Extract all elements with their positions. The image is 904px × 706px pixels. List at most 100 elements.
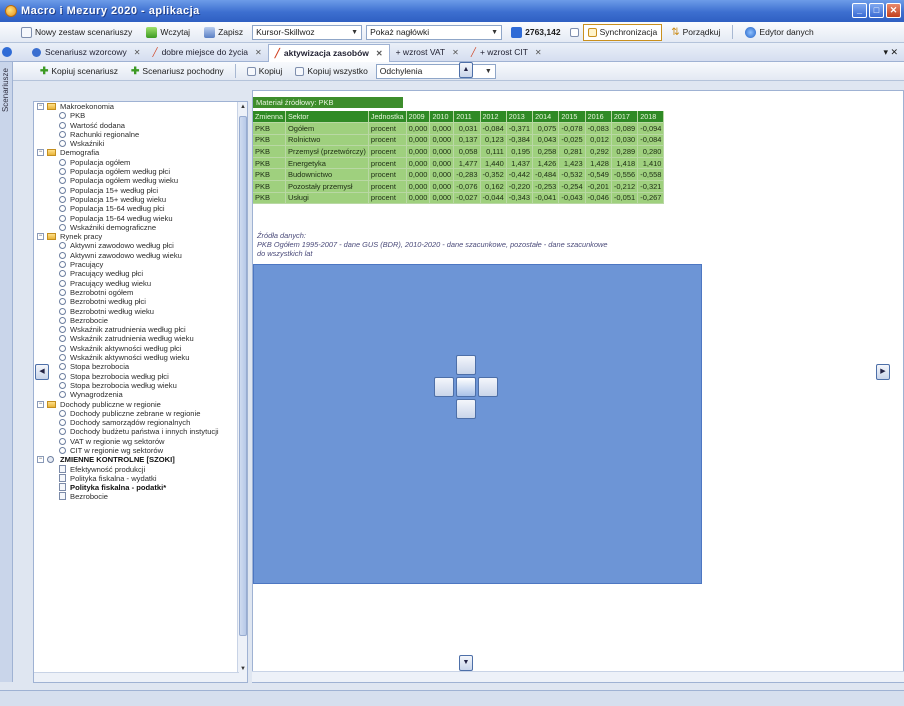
dock-outer-left-icon[interactable]: ◀ bbox=[35, 364, 49, 380]
value-cell[interactable]: 0,000 bbox=[406, 180, 431, 193]
value-cell[interactable]: 0,123 bbox=[480, 134, 507, 147]
close-icon[interactable]: ✕ bbox=[255, 48, 262, 57]
collapse-icon[interactable]: − bbox=[37, 149, 44, 157]
column-header[interactable]: 2011 bbox=[453, 111, 481, 124]
tree-item[interactable]: Populacja 15+ według płci bbox=[34, 186, 247, 195]
tree-item[interactable]: Stopa bezrobocia według wieku bbox=[34, 381, 247, 390]
value-cell[interactable]: 0,031 bbox=[453, 122, 481, 135]
tree-item[interactable]: Dochody publiczne zebrane w regionie bbox=[34, 409, 247, 418]
tree-item[interactable]: Populacja 15-64 według płci bbox=[34, 204, 247, 213]
data-hscrollbar[interactable] bbox=[252, 671, 904, 682]
value-cell[interactable]: 0,289 bbox=[611, 145, 639, 158]
tree-item[interactable]: Wartość dodana bbox=[34, 121, 247, 130]
value-cell[interactable]: -0,321 bbox=[637, 180, 665, 193]
table-row[interactable]: PKB Energetyka procent 0,000 0,000 1,477 1,440… bbox=[253, 157, 665, 170]
tree-item[interactable]: Wskaźnik aktywności według wieku bbox=[34, 353, 247, 362]
tree-item[interactable]: Wskaźnik zatrudnienia według wieku bbox=[34, 334, 247, 343]
value-cell[interactable]: 0,281 bbox=[558, 145, 586, 158]
dock-top-icon[interactable] bbox=[456, 355, 476, 375]
close-button[interactable]: ✕ bbox=[886, 3, 901, 18]
tree-item[interactable]: Wskaźniki demograficzne bbox=[34, 223, 247, 232]
label-cell[interactable]: procent bbox=[368, 157, 407, 170]
value-cell[interactable]: 0,058 bbox=[453, 145, 481, 158]
tree-item[interactable]: Stopa bezrobocia bbox=[34, 362, 247, 371]
value-cell[interactable]: -0,532 bbox=[558, 168, 586, 182]
tree-item[interactable]: Populacja ogółem bbox=[34, 158, 247, 167]
label-cell[interactable]: procent bbox=[368, 122, 407, 135]
collapse-icon[interactable]: − bbox=[37, 233, 44, 241]
tab-activation[interactable]: ╱ aktywizacja zasobów ✕ bbox=[267, 43, 390, 62]
value-cell[interactable]: 0,258 bbox=[532, 145, 560, 158]
value-cell[interactable]: 0,043 bbox=[532, 134, 560, 147]
tree-item[interactable]: Bezrobotni ogółem bbox=[34, 288, 247, 297]
value-cell[interactable]: -0,253 bbox=[532, 180, 560, 193]
scroll-up-icon[interactable]: ▲ bbox=[238, 102, 247, 112]
save-button[interactable]: Zapisz bbox=[199, 24, 248, 41]
scroll-down-icon[interactable]: ▼ bbox=[238, 664, 247, 674]
close-icon[interactable]: ✕ bbox=[535, 48, 542, 57]
tree-item[interactable]: Wynagrodzenia bbox=[34, 390, 247, 399]
value-cell[interactable]: -0,371 bbox=[506, 122, 534, 135]
copy-button[interactable]: Kopiuj bbox=[242, 63, 288, 80]
value-cell[interactable]: -0,089 bbox=[611, 122, 639, 135]
label-cell[interactable]: Ogółem bbox=[285, 122, 369, 135]
value-cell[interactable]: 1,440 bbox=[480, 157, 507, 170]
scenario-select[interactable]: Kursor-Skillwoz ▼ bbox=[252, 24, 363, 40]
collapse-icon[interactable]: − bbox=[37, 103, 44, 110]
label-cell[interactable]: PKB bbox=[253, 122, 286, 135]
column-header[interactable]: 2015 bbox=[558, 111, 586, 124]
tree-group[interactable]: − Makroekonomia bbox=[34, 102, 247, 111]
value-cell[interactable]: 0,000 bbox=[429, 168, 455, 182]
tab-vat[interactable]: + wzrost VAT ✕ bbox=[390, 44, 465, 61]
value-cell[interactable]: 0,030 bbox=[611, 134, 639, 147]
value-cell[interactable]: 0,012 bbox=[585, 134, 612, 147]
column-header[interactable]: 2012 bbox=[480, 111, 507, 124]
close-icon[interactable]: ✕ bbox=[134, 48, 141, 57]
value-cell[interactable]: 0,280 bbox=[637, 145, 665, 158]
label-cell[interactable]: PKB bbox=[253, 180, 286, 193]
sync-button[interactable]: Synchronizacja bbox=[582, 23, 663, 41]
value-cell[interactable]: -0,343 bbox=[506, 192, 534, 205]
checkbox-icon[interactable] bbox=[569, 27, 579, 37]
column-header[interactable]: 2013 bbox=[506, 111, 534, 124]
value-cell[interactable]: -0,384 bbox=[506, 134, 534, 147]
sort-button[interactable]: ⇅ Porządkuj bbox=[666, 24, 725, 41]
tree-item[interactable]: Bezrobocie bbox=[34, 492, 247, 501]
display-mode-select[interactable]: Odchylenia ▼ bbox=[375, 63, 496, 79]
value-cell[interactable]: -0,078 bbox=[558, 122, 586, 135]
column-header[interactable]: Jednostka bbox=[368, 111, 407, 124]
tree-item[interactable]: PKB bbox=[34, 111, 247, 120]
table-row[interactable]: PKB Rolnictwo procent 0,000 0,000 0,137 0,123-… bbox=[253, 134, 665, 147]
tree-group[interactable]: − Dochody publiczne w regionie bbox=[34, 400, 247, 409]
value-cell[interactable]: 0,000 bbox=[429, 192, 455, 205]
table-row[interactable]: PKB Przemysł (przetwórczy) procent 0,000 0,0… bbox=[253, 145, 665, 158]
table-row[interactable]: PKB Usługi procent 0,000 0,000 -0,027 -0,044 -0… bbox=[253, 192, 665, 205]
tab-scenario-base[interactable]: Scenariusz wzorcowy ✕ bbox=[26, 44, 146, 61]
value-cell[interactable]: -0,556 bbox=[611, 168, 639, 182]
label-cell[interactable]: Energetyka bbox=[285, 157, 369, 170]
value-cell[interactable]: -0,076 bbox=[453, 180, 481, 193]
column-header[interactable]: Sektor bbox=[285, 111, 369, 124]
close-icon[interactable]: ✕ bbox=[376, 49, 383, 58]
value-cell[interactable]: -0,558 bbox=[637, 168, 665, 182]
label-cell[interactable]: procent bbox=[368, 192, 407, 205]
value-cell[interactable]: -0,484 bbox=[532, 168, 560, 182]
tree-item[interactable]: Wskaźnik aktywności według płci bbox=[34, 344, 247, 353]
tab-good-place[interactable]: ╱ dobre miejsce do życia ✕ bbox=[146, 44, 267, 61]
tree-item[interactable]: Pracujący według wieku bbox=[34, 279, 247, 288]
value-cell[interactable]: -0,254 bbox=[558, 180, 586, 193]
dock-bottom-icon[interactable] bbox=[456, 399, 476, 419]
label-cell[interactable]: procent bbox=[368, 134, 407, 147]
value-cell[interactable]: -0,041 bbox=[532, 192, 560, 205]
value-cell[interactable]: -0,046 bbox=[585, 192, 612, 205]
value-cell[interactable]: 0,000 bbox=[406, 145, 431, 158]
value-cell[interactable]: -0,094 bbox=[637, 122, 665, 135]
tree-item[interactable]: Populacja 15-64 według wieku bbox=[34, 214, 247, 223]
label-cell[interactable]: Przemysł (przetwórczy) bbox=[285, 145, 369, 158]
value-cell[interactable]: -0,220 bbox=[506, 180, 534, 193]
label-cell[interactable]: Budownictwo bbox=[285, 168, 369, 182]
value-cell[interactable]: -0,352 bbox=[480, 168, 507, 182]
tree-item[interactable]: Bezrobocie bbox=[34, 316, 247, 325]
value-cell[interactable]: 0,000 bbox=[429, 122, 455, 135]
table-row[interactable]: PKB Pozostały przemysł procent 0,000 0,000 -0… bbox=[253, 180, 665, 193]
